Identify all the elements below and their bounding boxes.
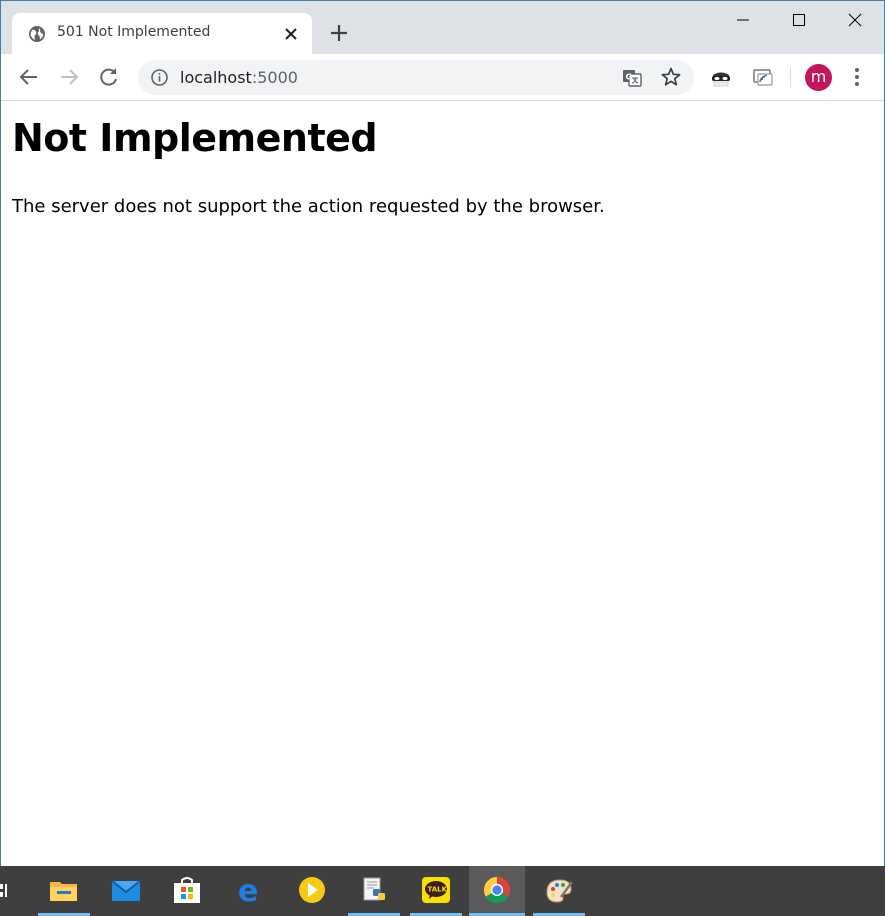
cast-extension-icon[interactable] <box>751 66 775 88</box>
tab-title: 501 Not Implemented <box>57 24 211 40</box>
taskbar-chrome[interactable] <box>469 866 525 916</box>
svg-text:e: e <box>238 876 258 904</box>
file-explorer-icon <box>50 882 77 901</box>
minimize-icon <box>737 19 749 21</box>
chrome-icon <box>483 876 511 904</box>
globe-icon <box>29 26 45 42</box>
minimize-button[interactable] <box>715 1 773 39</box>
taskbar-python[interactable] <box>348 866 400 916</box>
taskbar-edge[interactable]: e <box>224 866 276 916</box>
maximize-button[interactable] <box>771 1 829 39</box>
translate-icon[interactable]: G <box>621 67 643 89</box>
taskbar: e TALK <box>0 866 885 916</box>
kakaotalk-icon: TALK <box>422 877 450 903</box>
maximize-icon <box>793 14 805 26</box>
error-message: The server does not support the action r… <box>12 196 605 217</box>
store-icon <box>174 877 200 903</box>
taskbar-file-explorer[interactable] <box>38 866 90 916</box>
new-tab-plus-icon[interactable] <box>327 21 351 45</box>
taskbar-store[interactable] <box>161 866 213 916</box>
forward-arrow-icon[interactable] <box>56 64 82 90</box>
page-heading: Not Implemented <box>12 116 378 160</box>
edge-icon: e <box>238 876 258 904</box>
kakaotalk-label: TALK <box>428 886 448 894</box>
window-close-button[interactable] <box>827 1 884 39</box>
profile-avatar[interactable]: m <box>805 64 832 91</box>
python-icon <box>363 877 385 901</box>
browser-toolbar: localhost:5000 G m <box>1 54 884 101</box>
back-arrow-icon[interactable] <box>16 64 42 90</box>
more-menu-icon[interactable] <box>847 65 867 89</box>
info-icon[interactable] <box>150 68 169 87</box>
url-host: localhost <box>180 68 252 87</box>
window-close-icon <box>848 13 862 27</box>
taskbar-kakaotalk[interactable]: TALK <box>410 866 462 916</box>
taskbar-mail[interactable] <box>100 866 152 916</box>
task-view-icon[interactable] <box>0 881 12 901</box>
taskbar-paint[interactable] <box>533 866 585 916</box>
paint-icon <box>546 879 574 903</box>
page-content: Not Implemented The server does not supp… <box>1 101 884 867</box>
reload-icon[interactable] <box>96 64 122 90</box>
tab-active[interactable]: 501 Not Implemented <box>12 13 312 54</box>
svg-text:G: G <box>626 73 633 82</box>
address-bar[interactable]: localhost:5000 G <box>138 60 694 95</box>
media-player-icon <box>299 877 325 903</box>
bookmark-star-icon[interactable] <box>660 66 682 88</box>
toolbar-separator <box>790 67 791 87</box>
browser-window: 501 Not Implemented localhost:5000 G m N… <box>0 0 885 867</box>
incognito-extension-icon[interactable] <box>709 66 733 88</box>
tab-strip: 501 Not Implemented <box>1 1 884 54</box>
url-port: :5000 <box>251 68 298 87</box>
close-icon[interactable] <box>282 25 300 43</box>
mail-icon <box>111 880 141 901</box>
taskbar-media-player[interactable] <box>286 866 338 916</box>
url-text: localhost:5000 <box>180 68 298 87</box>
